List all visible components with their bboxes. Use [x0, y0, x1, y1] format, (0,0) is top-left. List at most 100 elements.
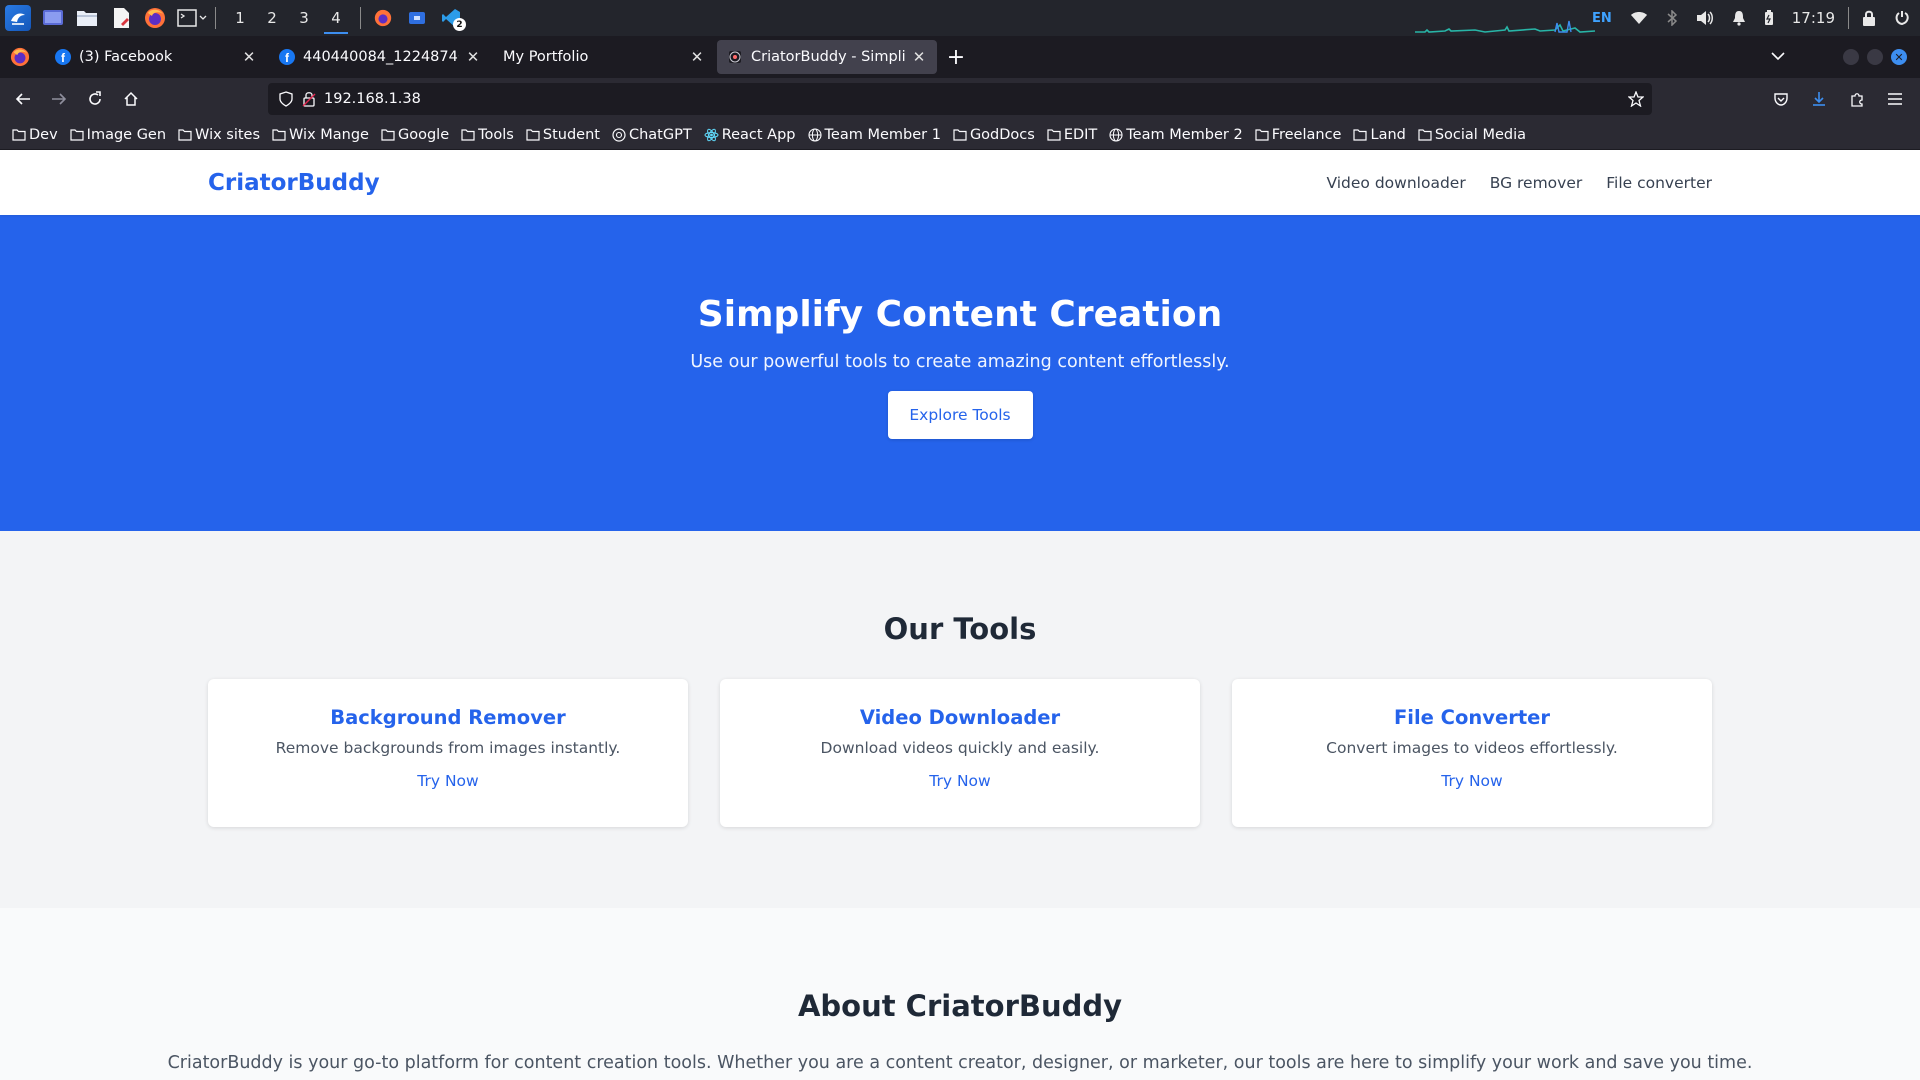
folder-icon [381, 128, 398, 141]
bookmark-label: Freelance [1271, 126, 1342, 143]
nav-link-bg-remover[interactable]: BG remover [1490, 174, 1583, 192]
app-launcher-icon[interactable] [5, 5, 31, 31]
bluetooth-icon[interactable] [1666, 10, 1678, 26]
hamburger-menu-icon[interactable] [1878, 82, 1912, 116]
connection-lock-icon[interactable] [302, 91, 316, 107]
folder-icon [70, 128, 87, 141]
explore-tools-button[interactable]: Explore Tools [887, 391, 1033, 439]
try-now-link[interactable]: Try Now [1441, 772, 1502, 790]
tool-card-file-converter: File Converter Convert images to videos … [1232, 679, 1712, 827]
workspace-4[interactable]: 4 [320, 0, 352, 36]
chatgpt-icon [612, 127, 629, 142]
folder-icon [1353, 128, 1370, 141]
folder-icon [1418, 128, 1435, 141]
battery-icon[interactable] [1764, 10, 1774, 26]
workspace-3[interactable]: 3 [288, 0, 320, 36]
bookmark-react-app[interactable]: React App [704, 127, 796, 143]
bookmark-tools[interactable]: Tools [461, 127, 514, 143]
firefox-window-icon[interactable] [371, 6, 395, 30]
tracking-protection-shield-icon[interactable] [278, 91, 294, 107]
tab-facebook-image[interactable]: f 440440084_122487460 ✕ [269, 40, 491, 74]
tab-criatorbuddy[interactable]: CriatorBuddy - Simplify C ✕ [717, 40, 937, 74]
downloads-icon[interactable] [1802, 82, 1836, 116]
bookmark-land[interactable]: Land [1353, 126, 1406, 143]
bookmark-team-member-1[interactable]: Team Member 1 [807, 126, 941, 143]
tab-close-icon[interactable]: ✕ [241, 48, 257, 66]
nav-link-file-converter[interactable]: File converter [1606, 174, 1712, 192]
nav-link-video-downloader[interactable]: Video downloader [1326, 174, 1465, 192]
lock-screen-icon[interactable] [1862, 10, 1876, 26]
clock[interactable]: 17:19 [1792, 9, 1835, 27]
power-icon[interactable] [1894, 10, 1910, 26]
bookmark-image-gen[interactable]: Image Gen [70, 127, 166, 143]
cpu-usage-graph [1415, 20, 1595, 33]
workspace-1[interactable]: 1 [224, 0, 256, 36]
tab-title: (3) Facebook [79, 49, 173, 65]
folder-icon [526, 128, 543, 141]
bookmark-team-member-2[interactable]: Team Member 2 [1109, 127, 1243, 143]
tab-close-icon[interactable]: ✕ [911, 48, 927, 66]
pocket-icon[interactable] [1764, 82, 1798, 116]
firefox-view-icon[interactable] [10, 47, 30, 67]
bookmark-wix-mange[interactable]: Wix Mange [272, 127, 369, 143]
folder-icon [461, 128, 478, 141]
bookmark-star-icon[interactable] [1628, 91, 1644, 107]
extensions-icon[interactable] [1840, 82, 1874, 116]
tab-close-icon[interactable]: ✕ [689, 48, 705, 66]
bookmark-label: Land [1370, 126, 1406, 143]
browser-navigation-bar: 192.168.1.38 [0, 78, 1920, 120]
tool-card-background-remover: Background Remover Remove backgrounds fr… [208, 679, 688, 827]
terminal-icon[interactable] [177, 6, 207, 30]
bookmark-goddocs[interactable]: GodDocs [953, 127, 1035, 143]
bookmark-google[interactable]: Google [381, 127, 449, 143]
site-header: CriatorBuddy Video downloader BG remover… [0, 150, 1920, 215]
firefox-icon[interactable] [143, 6, 167, 30]
site-logo[interactable]: CriatorBuddy [208, 170, 380, 196]
tab-close-icon[interactable]: ✕ [465, 48, 481, 66]
text-editor-icon[interactable] [109, 6, 133, 30]
close-window-button[interactable]: ✕ [1891, 49, 1907, 65]
tool-card-title: Video Downloader [859, 706, 1061, 729]
url-bar[interactable]: 192.168.1.38 [268, 83, 1652, 115]
globe-icon [807, 127, 825, 142]
bookmark-edit[interactable]: EDIT [1047, 127, 1097, 143]
file-manager-icon[interactable] [75, 6, 99, 30]
try-now-link[interactable]: Try Now [417, 772, 478, 790]
home-icon[interactable] [114, 82, 148, 116]
keyboard-layout-indicator[interactable]: EN [1592, 11, 1612, 26]
back-arrow-icon[interactable] [6, 82, 40, 116]
maximize-window-button[interactable] [1867, 49, 1883, 65]
hero-section: Simplify Content Creation Use our powerf… [0, 215, 1920, 531]
volume-icon[interactable] [1696, 10, 1714, 26]
url-text[interactable]: 192.168.1.38 [324, 91, 421, 107]
desktop-icon[interactable] [41, 6, 65, 30]
vscode-icon[interactable]: 2 [439, 6, 466, 31]
tool-card-description: Convert images to videos effortlessly. [1326, 739, 1618, 757]
bookmark-label: EDIT [1063, 126, 1098, 143]
about-section: About CriatorBuddy CriatorBuddy is your … [0, 908, 1920, 1080]
bookmark-freelance[interactable]: Freelance [1255, 126, 1342, 143]
reload-icon[interactable] [78, 82, 112, 116]
taskbar-separator [1848, 7, 1849, 29]
try-now-link[interactable]: Try Now [929, 772, 990, 790]
tab-my-portfolio[interactable]: My Portfolio ✕ [493, 40, 715, 74]
system-taskbar: 1 2 3 4 2 EN 17:19 [0, 0, 1920, 36]
bookmark-dev[interactable]: Dev [12, 127, 58, 143]
workspace-2[interactable]: 2 [256, 0, 288, 36]
bookmark-chatgpt[interactable]: ChatGPT [612, 127, 692, 143]
browser-tab-bar: f (3) Facebook ✕ f 440440084_122487460 ✕… [0, 36, 1920, 78]
bookmark-label: Team Member 1 [824, 126, 941, 143]
notifications-icon[interactable] [1732, 10, 1746, 26]
bookmark-student[interactable]: Student [526, 127, 600, 143]
tool-card-title: Background Remover [330, 706, 566, 729]
web-page-content: CriatorBuddy Video downloader BG remover… [0, 150, 1920, 1080]
window-switch-icon[interactable] [405, 6, 429, 30]
bookmark-social-media[interactable]: Social Media [1418, 127, 1526, 143]
forward-arrow-icon[interactable] [42, 82, 76, 116]
minimize-window-button[interactable] [1843, 49, 1859, 65]
tab-facebook[interactable]: f (3) Facebook ✕ [45, 40, 267, 74]
new-tab-button[interactable]: + [939, 40, 973, 74]
list-all-tabs-icon[interactable] [1766, 44, 1790, 68]
wifi-icon[interactable] [1630, 11, 1648, 25]
bookmark-wix-sites[interactable]: Wix sites [178, 127, 260, 143]
